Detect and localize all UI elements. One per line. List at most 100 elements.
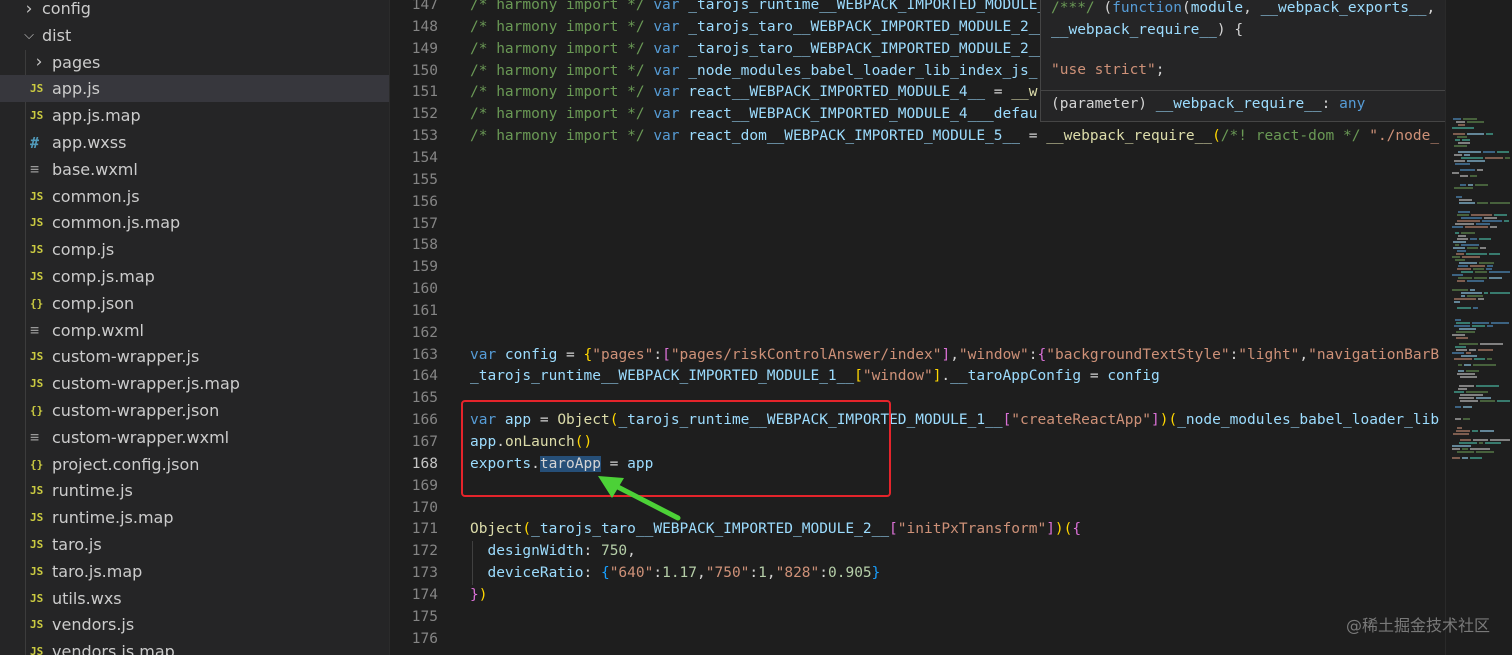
file-item[interactable]: # app.wxss	[0, 129, 389, 156]
minimap-line	[1473, 364, 1496, 366]
minimap-line	[1479, 238, 1491, 240]
minimap-line	[1490, 226, 1497, 228]
minimap-line	[1467, 295, 1483, 297]
file-item[interactable]: JS common.js.map	[0, 209, 389, 236]
minimap-line	[1458, 124, 1465, 126]
line-number: 155	[411, 171, 438, 188]
hover-line-1: /***/ (function(module, __webpack_export…	[1051, 0, 1435, 16]
file-item[interactable]: {} comp.json	[0, 290, 389, 317]
code-line[interactable]: 158	[390, 234, 1445, 256]
file-item[interactable]: JS taro.js	[0, 531, 389, 558]
code-line[interactable]: 174})	[390, 584, 1445, 606]
code-line[interactable]: 172 designWidth: 750,	[390, 540, 1445, 562]
minimap-line	[1487, 265, 1493, 267]
file-item[interactable]: JS vendors.js.map	[0, 638, 389, 655]
code-line[interactable]: 162	[390, 322, 1445, 344]
code-token: "navigationBarB	[1308, 346, 1440, 363]
code-token: ,	[766, 565, 776, 582]
minimap-line	[1454, 301, 1460, 303]
code-line[interactable]: 163 var config = {"pages":["pages/riskCon…	[390, 344, 1445, 366]
file-label: app.js	[52, 79, 100, 99]
code-line[interactable]: 175	[390, 606, 1445, 628]
line-number: 160	[411, 281, 438, 298]
code-token: react__WEBPACK_IMPORTED_MODULE_4__	[688, 84, 986, 101]
minimap-line	[1455, 406, 1461, 408]
minimap-line	[1454, 160, 1465, 162]
xml-file-icon: ≡	[30, 160, 40, 179]
minimap-line	[1459, 397, 1474, 399]
code-line[interactable]: 154	[390, 147, 1445, 169]
code-line[interactable]: 164 _tarojs_runtime__WEBPACK_IMPORTED_MOD…	[390, 365, 1445, 387]
minimap[interactable]	[1445, 0, 1512, 655]
code-token: [	[854, 368, 863, 385]
folder-config[interactable]: › config	[0, 0, 389, 22]
code-text: designWidth: 750,	[470, 540, 635, 562]
code-token: :	[583, 543, 601, 560]
file-item[interactable]: JS vendors.js	[0, 611, 389, 638]
minimap-line	[1455, 244, 1459, 246]
minimap-line	[1454, 358, 1472, 360]
file-item[interactable]: ≡ custom-wrapper.wxml	[0, 424, 389, 451]
file-item[interactable]: JS common.js	[0, 183, 389, 210]
minimap-line	[1452, 352, 1464, 354]
file-item[interactable]: JS taro.js.map	[0, 558, 389, 585]
minimap-line	[1452, 457, 1460, 459]
code-token: :	[749, 565, 759, 582]
minimap-line	[1460, 394, 1483, 396]
file-item[interactable]: JS utils.wxs	[0, 585, 389, 612]
file-item[interactable]: JS runtime.js	[0, 477, 389, 504]
minimap-line	[1479, 442, 1483, 444]
code-line[interactable]: 161	[390, 300, 1445, 322]
file-item[interactable]: JS comp.js	[0, 236, 389, 263]
file-item[interactable]: JS app.js.map	[0, 102, 389, 129]
minimap-line	[1466, 253, 1487, 255]
code-text: /* harmony import */ var react__WEBPACK_…	[470, 81, 1037, 103]
file-label: runtime.js	[52, 481, 133, 501]
code-text: _tarojs_runtime__WEBPACK_IMPORTED_MODULE…	[470, 365, 1160, 387]
file-label: project.config.json	[52, 454, 200, 474]
minimap-line	[1461, 271, 1473, 273]
code-line[interactable]: 160	[390, 278, 1445, 300]
code-line[interactable]: 159	[390, 256, 1445, 278]
code-line[interactable]: 155	[390, 169, 1445, 191]
file-item[interactable]: JS runtime.js.map	[0, 504, 389, 531]
file-item[interactable]: JS custom-wrapper.js.map	[0, 370, 389, 397]
code-token: var	[653, 40, 689, 57]
code-line[interactable]: 171 Object(_tarojs_taro__WEBPACK_IMPORTED…	[390, 518, 1445, 540]
minimap-line	[1460, 175, 1468, 177]
code-token: :	[1028, 346, 1038, 363]
file-item[interactable]: JS custom-wrapper.js	[0, 343, 389, 370]
folder-dist[interactable]: ⌵ dist	[0, 22, 389, 49]
file-item[interactable]: JS comp.js.map	[0, 263, 389, 290]
minimap-line	[1466, 391, 1488, 393]
code-line[interactable]: 173 deviceRatio: {"640":1.17,"750":1,"82…	[390, 562, 1445, 584]
code-line[interactable]: 176	[390, 628, 1445, 650]
folder-pages[interactable]: › pages	[0, 49, 389, 76]
file-item[interactable]: ≡ comp.wxml	[0, 317, 389, 344]
code-token: /* harmony import */	[470, 18, 654, 35]
minimap-line	[1497, 400, 1510, 402]
minimap-line	[1475, 271, 1487, 273]
minimap-line	[1455, 259, 1465, 261]
code-line[interactable]: 170	[390, 497, 1445, 519]
code-token: "pages/riskControlAnswer/index"	[670, 346, 942, 363]
file-item[interactable]: ≡ base.wxml	[0, 156, 389, 183]
file-item[interactable]: {} custom-wrapper.json	[0, 397, 389, 424]
file-item[interactable]: JS app.js	[0, 75, 389, 103]
minimap-line	[1452, 289, 1468, 291]
file-item[interactable]: {} project.config.json	[0, 451, 389, 478]
minimap-line	[1464, 154, 1470, 156]
code-line[interactable]: 153 /* harmony import */ var react_dom__W…	[390, 125, 1445, 147]
code-line[interactable]: 156	[390, 191, 1445, 213]
file-label: app.js.map	[52, 106, 141, 126]
code-token: {	[1037, 346, 1047, 363]
code-text: Object(_tarojs_taro__WEBPACK_IMPORTED_MO…	[470, 518, 1081, 540]
line-number: 152	[411, 106, 438, 123]
minimap-line	[1454, 325, 1470, 327]
file-label: dist	[42, 25, 72, 45]
code-token: _tarojs_taro__WEBPACK_IMPORTED_MODULE_2_…	[531, 521, 890, 538]
code-line[interactable]: 157	[390, 213, 1445, 235]
minimap-line	[1474, 277, 1487, 279]
js-file-icon: JS	[30, 270, 44, 283]
minimap-line	[1468, 184, 1473, 186]
